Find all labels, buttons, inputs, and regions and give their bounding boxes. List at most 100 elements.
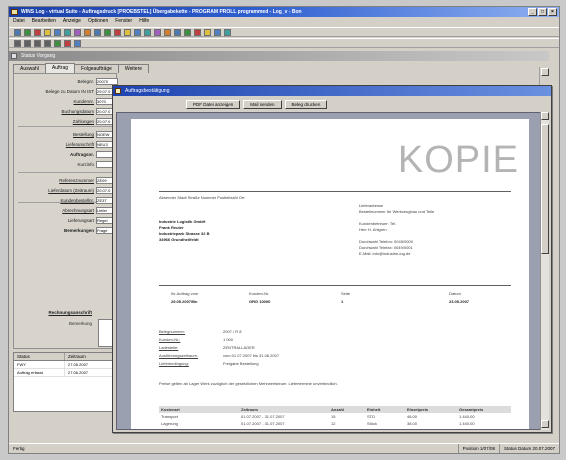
form-field-label[interactable]: Lieferdatum (Zeitraum) bbox=[48, 186, 94, 195]
preview-vertical-scrollbar[interactable] bbox=[540, 112, 549, 430]
lock-icon[interactable] bbox=[204, 28, 211, 36]
memo-label: Rechnungsanschrift bbox=[48, 310, 92, 315]
info-header: Seite bbox=[341, 291, 351, 296]
form-field-input[interactable]: 20070 bbox=[96, 78, 118, 85]
menu-hilfe[interactable]: Hilfe bbox=[139, 17, 149, 26]
form-field-label[interactable]: Kundenbestellnr. bbox=[60, 196, 94, 205]
grid-cell: 27.05.2007 bbox=[65, 361, 116, 368]
search-icon[interactable] bbox=[84, 28, 91, 36]
copy-icon[interactable] bbox=[64, 28, 71, 36]
import-icon[interactable] bbox=[194, 28, 201, 36]
print-icon[interactable] bbox=[54, 28, 61, 36]
grid-row[interactable]: Auftrag erfasst 27.06.2007 bbox=[14, 369, 116, 377]
recipient-company: Industrie Logistik GmbH bbox=[159, 219, 206, 224]
terms-note: Preise gelten ab Lager Werk zuzüglich de… bbox=[159, 381, 338, 386]
form-field-label: Kurzinfo bbox=[77, 162, 94, 167]
scroll-up-arrow-icon[interactable] bbox=[541, 112, 549, 120]
detail-value: 1 000 bbox=[223, 337, 234, 342]
first-record-icon[interactable] bbox=[14, 39, 21, 47]
document-preview[interactable]: KOPIE Absender Stadt Straße Nummer Postl… bbox=[116, 112, 546, 430]
paste-icon[interactable] bbox=[74, 28, 81, 36]
app-titlebar[interactable]: WINS Log - virtual Suite - Auftragsdruck… bbox=[9, 7, 559, 17]
maximize-button[interactable]: □ bbox=[538, 8, 547, 16]
form-field-label[interactable]: Bestellung bbox=[73, 130, 94, 139]
tab-folgeauftraege[interactable]: Folgeaufträge bbox=[74, 64, 119, 73]
scroll-down-arrow-icon[interactable] bbox=[541, 420, 549, 428]
detail-label: Ausführungszeitraum: bbox=[159, 353, 198, 358]
show-pdf-button[interactable]: PDF Datei anzeigen bbox=[186, 100, 241, 109]
settings-icon[interactable] bbox=[164, 28, 171, 36]
form-row: Lieferungsart Regel bbox=[14, 216, 118, 225]
menu-datei[interactable]: Datei bbox=[13, 17, 25, 26]
print-record-icon[interactable] bbox=[74, 39, 81, 47]
menu-optionen[interactable]: Optionen bbox=[88, 17, 108, 26]
export-icon[interactable] bbox=[184, 28, 191, 36]
toolbar-navigation bbox=[9, 38, 559, 48]
form-row: Belegnr. 20070 bbox=[14, 77, 118, 86]
previous-record-icon[interactable] bbox=[24, 39, 31, 47]
detail-label: Kunden-Nr.: bbox=[159, 337, 181, 342]
folder-icon[interactable] bbox=[44, 28, 51, 36]
line-item-cell: 01.07.2007 - 31.07.2007 bbox=[241, 421, 285, 426]
form-row: Bemerkungen Frage bbox=[14, 226, 118, 235]
grid-row[interactable]: FWY 27.05.2007 bbox=[14, 361, 116, 369]
last-record-icon[interactable] bbox=[44, 39, 51, 47]
chart-icon[interactable] bbox=[144, 28, 151, 36]
detail-value: ZENTRALLAGER bbox=[223, 345, 255, 350]
filter-icon[interactable] bbox=[94, 28, 101, 36]
info-value: 1 bbox=[341, 299, 344, 304]
mail-icon[interactable] bbox=[124, 28, 131, 36]
delete-icon[interactable] bbox=[34, 28, 41, 36]
menu-bar: Datei Bearbeiten Anzeige Optionen Fenste… bbox=[9, 17, 559, 26]
tab-auswahl[interactable]: Auswahl bbox=[13, 64, 46, 73]
grid-column-header[interactable]: Zeitraum bbox=[65, 353, 116, 360]
calendar-icon[interactable] bbox=[134, 28, 141, 36]
document-window-title: Status Vorgang bbox=[21, 53, 56, 59]
next-record-icon[interactable] bbox=[34, 39, 41, 47]
form-row: Belege zu Datum IN IST 29.07.0 bbox=[14, 87, 118, 96]
stop-icon[interactable] bbox=[114, 28, 121, 36]
open-icon[interactable] bbox=[14, 28, 21, 36]
grid-column-header[interactable]: Status bbox=[14, 353, 65, 360]
line-item-cell: 1.440,00 bbox=[459, 414, 475, 419]
column-header: Kostenart bbox=[161, 407, 180, 412]
menu-anzeige[interactable]: Anzeige bbox=[63, 17, 81, 26]
detail-value: 2007 / R 8 bbox=[223, 329, 242, 334]
scroll-up-button[interactable] bbox=[541, 68, 549, 76]
print-document-button[interactable]: Beleg drucken bbox=[284, 100, 328, 109]
info-header: Kunden-Nr. bbox=[249, 291, 270, 296]
form-row: Buchungsdatum 20.07.0 bbox=[14, 107, 118, 116]
tab-weitere[interactable]: Weitere bbox=[117, 64, 150, 73]
report-icon[interactable] bbox=[174, 28, 181, 36]
menu-fenster[interactable]: Fenster bbox=[115, 17, 132, 26]
cancel-record-icon[interactable] bbox=[64, 39, 71, 47]
user-icon[interactable] bbox=[154, 28, 161, 36]
save-icon[interactable] bbox=[24, 28, 31, 36]
info-icon[interactable] bbox=[214, 28, 221, 36]
contact-line: E-Mail: info@industrie-log.de bbox=[359, 251, 411, 256]
menu-bearbeiten[interactable]: Bearbeiten bbox=[32, 17, 56, 26]
form-field-label[interactable]: Buchungsdatum bbox=[61, 107, 94, 116]
minimize-button[interactable]: _ bbox=[528, 8, 537, 16]
recipient-city: 34966 Grundheilfeldt bbox=[159, 237, 199, 242]
new-record-icon[interactable] bbox=[54, 39, 61, 47]
help-icon[interactable] bbox=[224, 28, 231, 36]
form-field-label[interactable]: Referenznummer bbox=[59, 176, 94, 185]
document-window-titlebar[interactable]: Status Vorgang bbox=[9, 51, 549, 61]
form-field-label[interactable]: Abrechnungsart bbox=[62, 206, 94, 215]
app-window: WINS Log - virtual Suite - Auftragsdruck… bbox=[8, 6, 560, 454]
form-field-label[interactable]: Lieferanschrift bbox=[66, 140, 94, 149]
close-button[interactable]: × bbox=[548, 8, 557, 16]
dialog-titlebar[interactable]: Auftragsbestätigung bbox=[113, 86, 551, 96]
grid-cell: Auftrag erfasst bbox=[14, 369, 65, 376]
form-field-label[interactable]: Zahlungen bbox=[73, 117, 94, 126]
status-date: Status Datum 20.07.2007 bbox=[498, 444, 559, 453]
send-mail-button[interactable]: Mail senden bbox=[243, 100, 282, 109]
line-item-row: Transport 01.07.2007 - 31.07.2007 15 STD… bbox=[159, 413, 511, 420]
refresh-icon[interactable] bbox=[104, 28, 111, 36]
scrollbar-thumb[interactable] bbox=[541, 124, 549, 254]
tab-auftrag[interactable]: Auftrag bbox=[44, 63, 76, 73]
window-controls: _ □ × bbox=[528, 8, 557, 16]
form-field-label[interactable]: Kundennr. bbox=[73, 97, 94, 106]
form-row: Kundennr. 3070 bbox=[14, 97, 118, 106]
